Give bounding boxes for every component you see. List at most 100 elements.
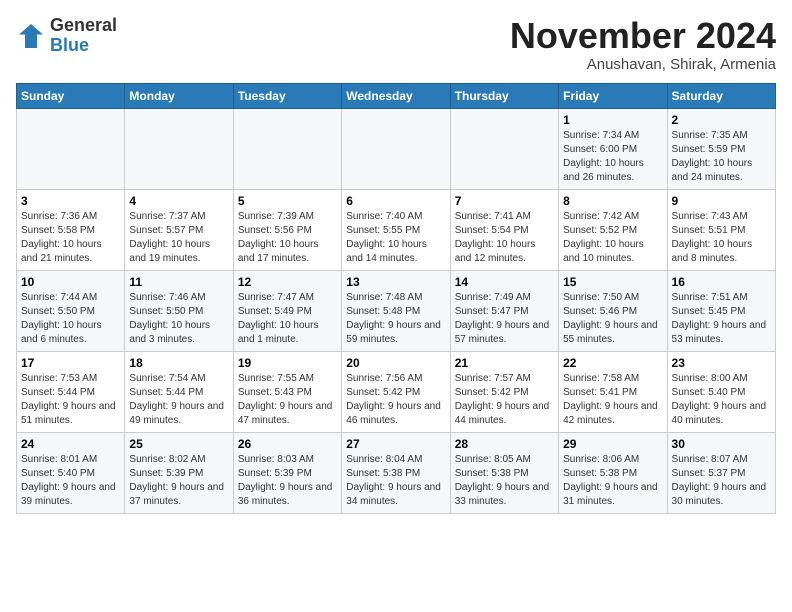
day-info: Sunrise: 7:57 AMSunset: 5:42 PMDaylight:…	[455, 372, 554, 428]
day-info: Sunrise: 8:03 AMSunset: 5:39 PMDaylight:…	[238, 453, 337, 509]
day-info: Sunrise: 8:05 AMSunset: 5:38 PMDaylight:…	[455, 453, 554, 509]
calendar-cell: 10 Sunrise: 7:44 AMSunset: 5:50 PMDayligh…	[17, 270, 125, 351]
header-day: Thursday	[450, 83, 558, 108]
header-day: Sunday	[17, 83, 125, 108]
calendar-cell: 7 Sunrise: 7:41 AMSunset: 5:54 PMDaylight…	[450, 189, 558, 270]
day-number: 22	[563, 356, 662, 370]
calendar-week-row: 24 Sunrise: 8:01 AMSunset: 5:40 PMDayligh…	[17, 432, 776, 513]
day-info: Sunrise: 7:36 AMSunset: 5:58 PMDaylight:…	[21, 210, 120, 266]
day-number: 28	[455, 437, 554, 451]
day-info: Sunrise: 7:37 AMSunset: 5:57 PMDaylight:…	[129, 210, 228, 266]
day-info: Sunrise: 7:56 AMSunset: 5:42 PMDaylight:…	[346, 372, 445, 428]
day-info: Sunrise: 8:06 AMSunset: 5:38 PMDaylight:…	[563, 453, 662, 509]
day-info: Sunrise: 8:02 AMSunset: 5:39 PMDaylight:…	[129, 453, 228, 509]
calendar-week-row: 1 Sunrise: 7:34 AMSunset: 6:00 PMDaylight…	[17, 108, 776, 189]
day-info: Sunrise: 7:48 AMSunset: 5:48 PMDaylight:…	[346, 291, 445, 347]
calendar-cell: 22 Sunrise: 7:58 AMSunset: 5:41 PMDayligh…	[559, 351, 667, 432]
calendar-cell: 15 Sunrise: 7:50 AMSunset: 5:46 PMDayligh…	[559, 270, 667, 351]
day-info: Sunrise: 7:54 AMSunset: 5:44 PMDaylight:…	[129, 372, 228, 428]
day-number: 30	[672, 437, 771, 451]
day-number: 24	[21, 437, 120, 451]
header-day: Saturday	[667, 83, 775, 108]
calendar-cell: 1 Sunrise: 7:34 AMSunset: 6:00 PMDaylight…	[559, 108, 667, 189]
calendar-cell: 25 Sunrise: 8:02 AMSunset: 5:39 PMDayligh…	[125, 432, 233, 513]
calendar-cell: 28 Sunrise: 8:05 AMSunset: 5:38 PMDayligh…	[450, 432, 558, 513]
day-number: 14	[455, 275, 554, 289]
calendar-cell: 30 Sunrise: 8:07 AMSunset: 5:37 PMDayligh…	[667, 432, 775, 513]
title-block: November 2024 Anushavan, Shirak, Armenia	[510, 16, 776, 73]
calendar-cell: 21 Sunrise: 7:57 AMSunset: 5:42 PMDayligh…	[450, 351, 558, 432]
day-info: Sunrise: 7:58 AMSunset: 5:41 PMDaylight:…	[563, 372, 662, 428]
calendar-cell: 5Sunrise: 7:39 AMSunset: 5:56 PMDaylight…	[233, 189, 341, 270]
calendar-cell	[125, 108, 233, 189]
logo-general: General	[50, 15, 117, 35]
calendar-header: SundayMondayTuesdayWednesdayThursdayFrid…	[17, 83, 776, 108]
day-number: 7	[455, 194, 554, 208]
day-number: 17	[21, 356, 120, 370]
day-number: 26	[238, 437, 337, 451]
day-number: 5	[238, 194, 337, 208]
header-row: SundayMondayTuesdayWednesdayThursdayFrid…	[17, 83, 776, 108]
day-info: Sunrise: 7:35 AMSunset: 5:59 PMDaylight:…	[672, 129, 771, 185]
header-day: Monday	[125, 83, 233, 108]
day-info: Sunrise: 7:40 AMSunset: 5:55 PMDaylight:…	[346, 210, 445, 266]
calendar-cell: 14 Sunrise: 7:49 AMSunset: 5:47 PMDayligh…	[450, 270, 558, 351]
day-number: 2	[672, 113, 771, 127]
day-info: Sunrise: 7:51 AMSunset: 5:45 PMDaylight:…	[672, 291, 771, 347]
day-info: Sunrise: 7:41 AMSunset: 5:54 PMDaylight:…	[455, 210, 554, 266]
day-info: Sunrise: 8:07 AMSunset: 5:37 PMDaylight:…	[672, 453, 771, 509]
calendar-table: SundayMondayTuesdayWednesdayThursdayFrid…	[16, 83, 776, 514]
day-number: 18	[129, 356, 228, 370]
calendar-cell: 12 Sunrise: 7:47 AMSunset: 5:49 PMDayligh…	[233, 270, 341, 351]
logo: General Blue	[16, 16, 117, 56]
day-info: Sunrise: 7:34 AMSunset: 6:00 PMDaylight:…	[563, 129, 662, 185]
calendar-cell	[342, 108, 450, 189]
calendar-cell: 26 Sunrise: 8:03 AMSunset: 5:39 PMDayligh…	[233, 432, 341, 513]
calendar-cell: 2 Sunrise: 7:35 AMSunset: 5:59 PMDaylight…	[667, 108, 775, 189]
calendar-cell: 29 Sunrise: 8:06 AMSunset: 5:38 PMDayligh…	[559, 432, 667, 513]
day-number: 1	[563, 113, 662, 127]
day-number: 13	[346, 275, 445, 289]
calendar-cell: 13 Sunrise: 7:48 AMSunset: 5:48 PMDayligh…	[342, 270, 450, 351]
day-info: Sunrise: 7:44 AMSunset: 5:50 PMDaylight:…	[21, 291, 120, 347]
month-title: November 2024	[510, 16, 776, 56]
calendar-week-row: 10 Sunrise: 7:44 AMSunset: 5:50 PMDayligh…	[17, 270, 776, 351]
calendar-cell: 11 Sunrise: 7:46 AMSunset: 5:50 PMDayligh…	[125, 270, 233, 351]
day-number: 10	[21, 275, 120, 289]
day-info: Sunrise: 8:01 AMSunset: 5:40 PMDaylight:…	[21, 453, 120, 509]
header-day: Tuesday	[233, 83, 341, 108]
day-info: Sunrise: 7:50 AMSunset: 5:46 PMDaylight:…	[563, 291, 662, 347]
calendar-cell	[17, 108, 125, 189]
calendar-cell	[233, 108, 341, 189]
day-info: Sunrise: 7:42 AMSunset: 5:52 PMDaylight:…	[563, 210, 662, 266]
calendar-cell: 16Sunrise: 7:51 AMSunset: 5:45 PMDayligh…	[667, 270, 775, 351]
day-number: 29	[563, 437, 662, 451]
day-number: 21	[455, 356, 554, 370]
calendar-cell: 6Sunrise: 7:40 AMSunset: 5:55 PMDaylight…	[342, 189, 450, 270]
day-info: Sunrise: 7:49 AMSunset: 5:47 PMDaylight:…	[455, 291, 554, 347]
calendar-cell: 18 Sunrise: 7:54 AMSunset: 5:44 PMDayligh…	[125, 351, 233, 432]
day-number: 27	[346, 437, 445, 451]
day-number: 12	[238, 275, 337, 289]
calendar-cell: 27Sunrise: 8:04 AMSunset: 5:38 PMDayligh…	[342, 432, 450, 513]
day-number: 8	[563, 194, 662, 208]
day-number: 4	[129, 194, 228, 208]
page-header: General Blue November 2024 Anushavan, Sh…	[16, 16, 776, 73]
header-day: Wednesday	[342, 83, 450, 108]
calendar-cell: 4 Sunrise: 7:37 AMSunset: 5:57 PMDaylight…	[125, 189, 233, 270]
calendar-cell: 20 Sunrise: 7:56 AMSunset: 5:42 PMDayligh…	[342, 351, 450, 432]
day-info: Sunrise: 7:46 AMSunset: 5:50 PMDaylight:…	[129, 291, 228, 347]
calendar-week-row: 3Sunrise: 7:36 AMSunset: 5:58 PMDaylight…	[17, 189, 776, 270]
day-number: 15	[563, 275, 662, 289]
calendar-cell: 8 Sunrise: 7:42 AMSunset: 5:52 PMDaylight…	[559, 189, 667, 270]
header-day: Friday	[559, 83, 667, 108]
day-number: 25	[129, 437, 228, 451]
day-number: 20	[346, 356, 445, 370]
day-number: 23	[672, 356, 771, 370]
day-info: Sunrise: 7:47 AMSunset: 5:49 PMDaylight:…	[238, 291, 337, 347]
logo-blue: Blue	[50, 35, 89, 55]
calendar-cell: 19Sunrise: 7:55 AMSunset: 5:43 PMDayligh…	[233, 351, 341, 432]
day-number: 11	[129, 275, 228, 289]
day-number: 19	[238, 356, 337, 370]
day-info: Sunrise: 8:00 AMSunset: 5:40 PMDaylight:…	[672, 372, 771, 428]
